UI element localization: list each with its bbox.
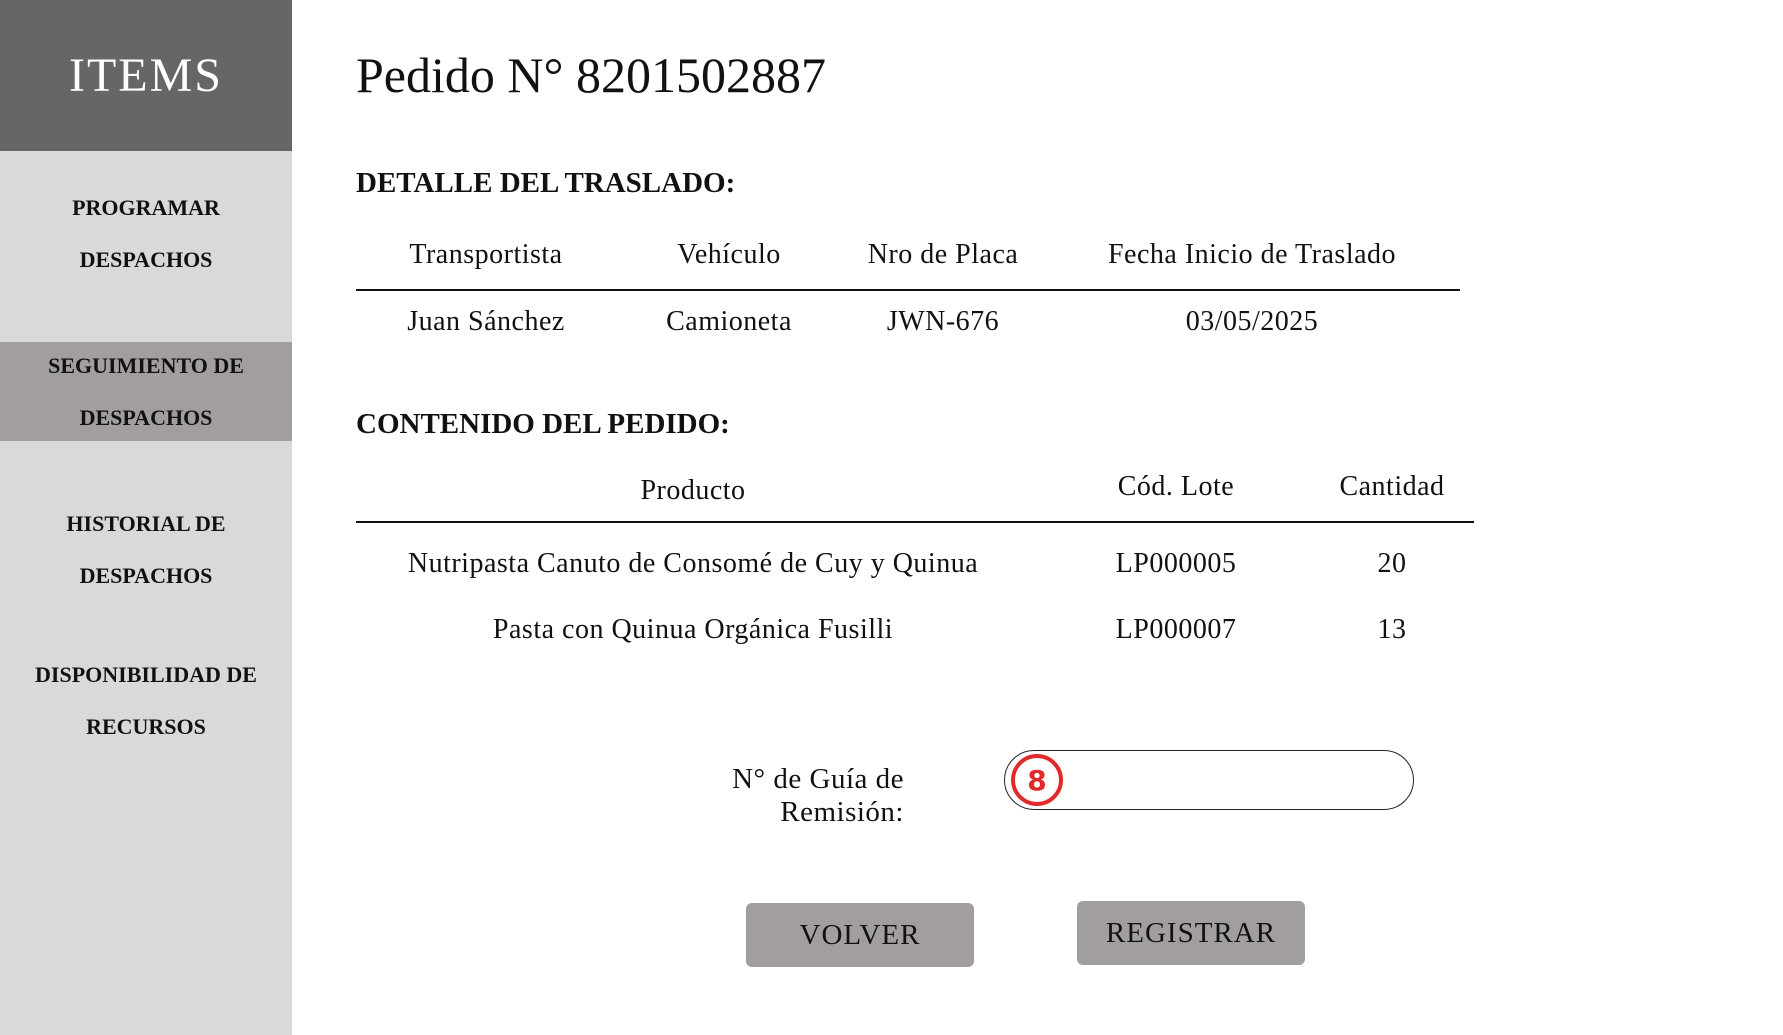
- sidebar-item-label: DESPACHOS: [79, 563, 213, 588]
- contents-cell-lote: LP000007: [1115, 614, 1237, 645]
- transfer-header-vehiculo: Vehículo: [677, 239, 781, 270]
- register-button[interactable]: REGISTRAR: [1077, 901, 1305, 965]
- contents-header-producto: Producto: [640, 475, 746, 506]
- back-button[interactable]: VOLVER: [746, 903, 974, 967]
- contents-header-cantidad: Cantidad: [1339, 471, 1445, 502]
- contents-header-lote: Cód. Lote: [1117, 471, 1235, 502]
- contents-header-divider: [356, 521, 1474, 523]
- sidebar-item-label: DESPACHOS: [79, 404, 213, 430]
- transfer-cell-placa: JWN-676: [886, 306, 1000, 337]
- contents-cell-producto: Pasta con Quinua Orgánica Fusilli: [492, 614, 894, 645]
- sidebar-item-label: DESPACHOS: [79, 247, 213, 272]
- contents-cell-lote: LP000005: [1115, 548, 1237, 579]
- page-title: Pedido N° 8201502887: [356, 47, 826, 103]
- guide-number-input[interactable]: [1004, 750, 1414, 810]
- sidebar-item-label: HISTORIAL DE: [66, 511, 226, 536]
- sidebar-item-label: PROGRAMAR: [72, 195, 220, 220]
- sidebar-header: ITEMS: [0, 0, 292, 151]
- contents-section-title: CONTENIDO DEL PEDIDO:: [356, 408, 730, 440]
- sidebar-item-seguimiento-despachos[interactable]: SEGUIMIENTO DE DESPACHOS: [0, 342, 292, 441]
- transfer-cell-fecha: 03/05/2025: [1185, 306, 1319, 337]
- transfer-cell-vehiculo: Camioneta: [666, 306, 792, 337]
- contents-cell-cantidad: 13: [1377, 614, 1407, 645]
- sidebar-item-disponibilidad-recursos[interactable]: DISPONIBILIDAD DE RECURSOS: [0, 648, 292, 754]
- sidebar-item-label: DISPONIBILIDAD DE: [35, 662, 257, 687]
- sidebar-item-label: RECURSOS: [86, 714, 206, 739]
- transfer-header-transportista: Transportista: [409, 239, 563, 270]
- transfer-section-title: DETALLE DEL TRASLADO:: [356, 167, 736, 199]
- transfer-header-placa: Nro de Placa: [867, 239, 1019, 270]
- transfer-header-divider: [356, 289, 1460, 291]
- contents-cell-producto: Nutripasta Canuto de Consomé de Cuy y Qu…: [407, 548, 979, 579]
- transfer-header-fecha: Fecha Inicio de Traslado: [1107, 239, 1397, 270]
- sidebar: ITEMS PROGRAMAR DESPACHOS SEGUIMIENTO DE…: [0, 0, 292, 1035]
- contents-cell-cantidad: 20: [1377, 548, 1407, 579]
- main-content: Pedido N° 8201502887 DETALLE DEL TRASLAD…: [356, 0, 1783, 1035]
- transfer-cell-transportista: Juan Sánchez: [407, 306, 565, 337]
- sidebar-item-programar-despachos[interactable]: PROGRAMAR DESPACHOS: [0, 181, 292, 287]
- sidebar-item-historial-despachos[interactable]: HISTORIAL DE DESPACHOS: [0, 497, 292, 603]
- sidebar-item-label: SEGUIMIENTO DE: [48, 352, 244, 378]
- guide-label: N° de Guía de Remisión:: [732, 763, 904, 828]
- step-number-badge: 8: [1011, 754, 1063, 806]
